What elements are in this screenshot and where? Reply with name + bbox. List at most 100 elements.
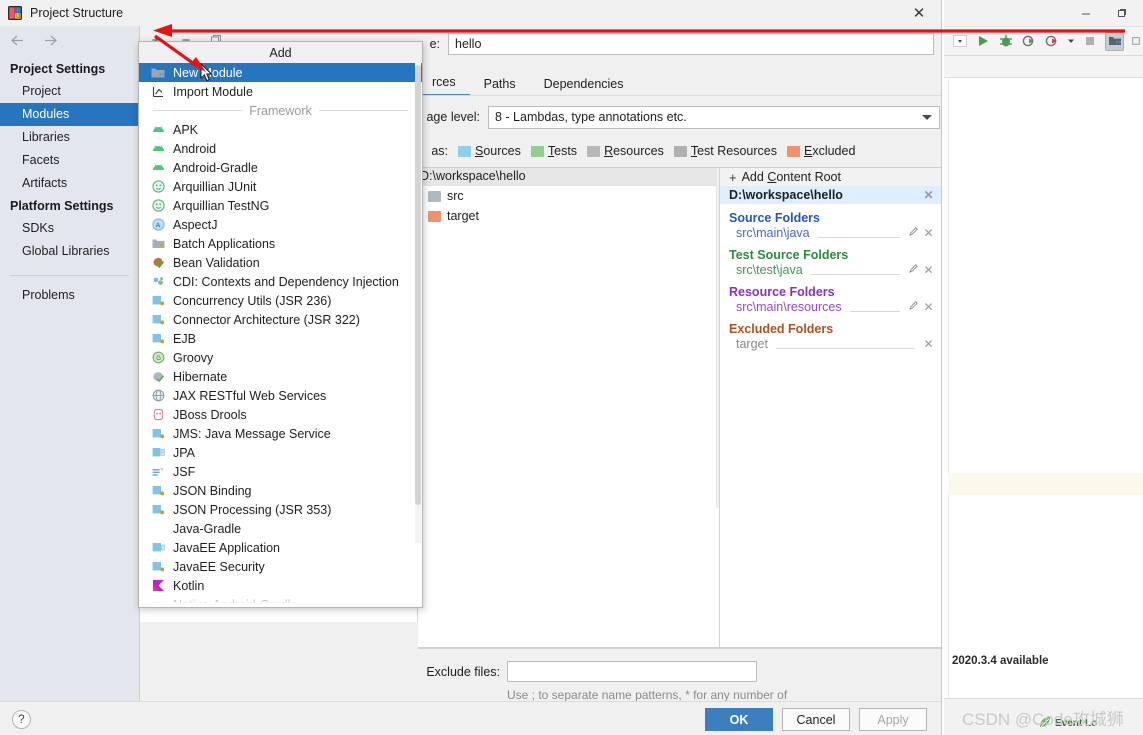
excluded-folders-title: Excluded Folders: [729, 322, 834, 336]
project-structure-icon[interactable]: [1105, 31, 1124, 51]
chevron-down-icon[interactable]: [1067, 33, 1075, 49]
sidebar-item-libraries[interactable]: Libraries: [0, 126, 139, 149]
tree-row[interactable]: src: [418, 186, 719, 206]
language-level-select[interactable]: 8 - Lambdas, type annotations etc.: [488, 105, 940, 129]
language-level-value: 8 - Lambdas, type annotations etc.: [495, 110, 687, 124]
remove-source-folder-icon[interactable]: ✕: [923, 226, 934, 240]
mark-excluded-label: Excluded: [803, 144, 856, 158]
sidebar-item-project[interactable]: Project: [0, 80, 139, 103]
source-folder-item[interactable]: src\main\java ✕: [720, 225, 941, 241]
debug-icon[interactable]: [998, 33, 1014, 49]
mark-resources-button[interactable]: Resources: [587, 144, 664, 158]
bean-validation-icon: [151, 256, 165, 270]
restore-icon[interactable]: [1113, 4, 1131, 22]
menu-item-framework[interactable]: JBoss Drools: [139, 405, 422, 424]
menu-item-framework[interactable]: CDI: Contexts and Dependency Injection: [139, 272, 422, 291]
menu-item-framework[interactable]: Android-Gradle: [139, 158, 422, 177]
menu-item-framework[interactable]: JPA: [139, 443, 422, 462]
remove-excluded-folder-icon[interactable]: ✕: [923, 337, 934, 351]
arrow-left-icon[interactable]: [10, 34, 25, 51]
menu-item-framework[interactable]: JSON Processing (JSR 353): [139, 500, 422, 519]
menu-item-framework[interactable]: EJB: [139, 329, 422, 348]
notifications-icon[interactable]: [1131, 33, 1141, 49]
menu-item-framework[interactable]: Arquillian TestNG: [139, 196, 422, 215]
menu-item-framework[interactable]: Concurrency Utils (JSR 236): [139, 291, 422, 310]
menu-item-framework[interactable]: Batch Applications: [139, 234, 422, 253]
run-with-coverage-icon[interactable]: [1021, 33, 1037, 49]
exclude-files-input[interactable]: [507, 661, 757, 682]
sidebar-item-global-libraries[interactable]: Global Libraries: [0, 240, 139, 263]
apply-button[interactable]: Apply: [859, 708, 927, 731]
menu-item-framework[interactable]: G Groovy: [139, 348, 422, 367]
help-button[interactable]: ?: [12, 710, 31, 729]
test-source-folder-path: src\test\java: [736, 263, 803, 277]
remove-content-root-icon[interactable]: ✕: [923, 188, 934, 202]
remove-resource-folder-icon[interactable]: ✕: [923, 300, 934, 314]
cancel-button[interactable]: Cancel: [782, 708, 850, 731]
mark-excluded-button[interactable]: Excluded: [786, 144, 856, 158]
menu-item-framework[interactable]: JavaEE Security: [139, 557, 422, 576]
mark-test-resources-button[interactable]: Test Resources: [673, 144, 777, 158]
tab-sources[interactable]: rces: [418, 72, 470, 96]
profile-icon[interactable]: [1044, 33, 1060, 49]
menu-item-framework[interactable]: Bean Validation: [139, 253, 422, 272]
arrow-right-icon[interactable]: [43, 34, 58, 51]
menu-item-framework[interactable]: JavaEE Application: [139, 538, 422, 557]
ide-editor-area[interactable]: [948, 78, 1143, 698]
menu-item-framework[interactable]: Connector Architecture (JSR 322): [139, 310, 422, 329]
ok-button[interactable]: OK: [705, 708, 773, 731]
content-root-entry[interactable]: D:\workspace\hello ✕: [720, 186, 941, 204]
tab-dependencies[interactable]: Dependencies: [530, 74, 638, 96]
menu-item-framework[interactable]: APK: [139, 120, 422, 139]
resource-folder-item[interactable]: src\main\resources ✕: [720, 299, 941, 315]
mark-tests-button[interactable]: Tests: [530, 144, 577, 158]
mark-as-row: as: Sources Tests Resources Test Resourc…: [418, 140, 941, 162]
separator-line-right: [318, 110, 409, 111]
content-root-tree[interactable]: D:\workspace\hello src target: [418, 168, 719, 647]
android-icon: [151, 161, 165, 175]
sidebar-item-sdks[interactable]: SDKs: [0, 217, 139, 240]
kotlin-icon: [151, 579, 165, 593]
menu-item-framework[interactable]: Arquillian JUnit: [139, 177, 422, 196]
import-module-icon: [151, 85, 165, 99]
close-icon[interactable]: ✕: [907, 2, 931, 24]
edit-pencil-icon[interactable]: [908, 263, 919, 277]
sidebar-item-problems[interactable]: Problems: [0, 284, 139, 307]
popup-scrollbar-thumb[interactable]: [415, 65, 421, 505]
menu-item-import-module[interactable]: Import Module: [139, 82, 422, 101]
edit-pencil-icon[interactable]: [908, 226, 919, 240]
excluded-folder-item[interactable]: target ✕: [720, 336, 941, 352]
edit-pencil-icon[interactable]: [908, 300, 919, 314]
run-icon[interactable]: [975, 33, 991, 49]
menu-item-label: JSON Binding: [173, 483, 252, 498]
run-configurations-dropdown-icon[interactable]: [952, 33, 968, 49]
javaee-icon: [151, 503, 165, 517]
stop-icon[interactable]: [1082, 33, 1098, 49]
tree-row[interactable]: target: [418, 206, 719, 226]
remove-test-source-folder-icon[interactable]: ✕: [923, 263, 934, 277]
source-folder-path: src\main\java: [736, 226, 810, 240]
menu-item-framework[interactable]: A AspectJ: [139, 215, 422, 234]
mark-sources-button[interactable]: Sources: [458, 144, 521, 158]
menu-item-framework[interactable]: JSON Binding: [139, 481, 422, 500]
menu-item-framework[interactable]: JAX RESTful Web Services: [139, 386, 422, 405]
minimize-icon[interactable]: [1077, 4, 1095, 22]
sidebar-item-artifacts[interactable]: Artifacts: [0, 172, 139, 195]
nav-group-platform-settings: Platform Settings: [10, 199, 114, 213]
add-content-root-button[interactable]: + Add Content Root: [720, 168, 941, 186]
menu-item-framework[interactable]: Android: [139, 139, 422, 158]
cdi-icon: [151, 275, 165, 289]
menu-item-new-module[interactable]: New Module: [139, 63, 422, 82]
tab-paths[interactable]: Paths: [470, 74, 530, 96]
menu-item-framework[interactable]: JMS: Java Message Service: [139, 424, 422, 443]
ide-editor-highlight-band: [948, 473, 1143, 495]
sidebar-item-facets[interactable]: Facets: [0, 149, 139, 172]
module-name-input[interactable]: [448, 33, 934, 55]
menu-item-framework[interactable]: JSF: [139, 462, 422, 481]
module-tabs: rces Paths Dependencies: [418, 70, 941, 96]
sidebar-item-modules[interactable]: Modules: [0, 103, 139, 126]
menu-item-framework[interactable]: Java-Gradle: [139, 519, 422, 538]
menu-item-framework[interactable]: Hibernate: [139, 367, 422, 386]
framework-list[interactable]: APK Android Android-Gradle Arquillian JUnit…: [139, 120, 422, 607]
test-source-folder-item[interactable]: src\test\java ✕: [720, 262, 941, 278]
